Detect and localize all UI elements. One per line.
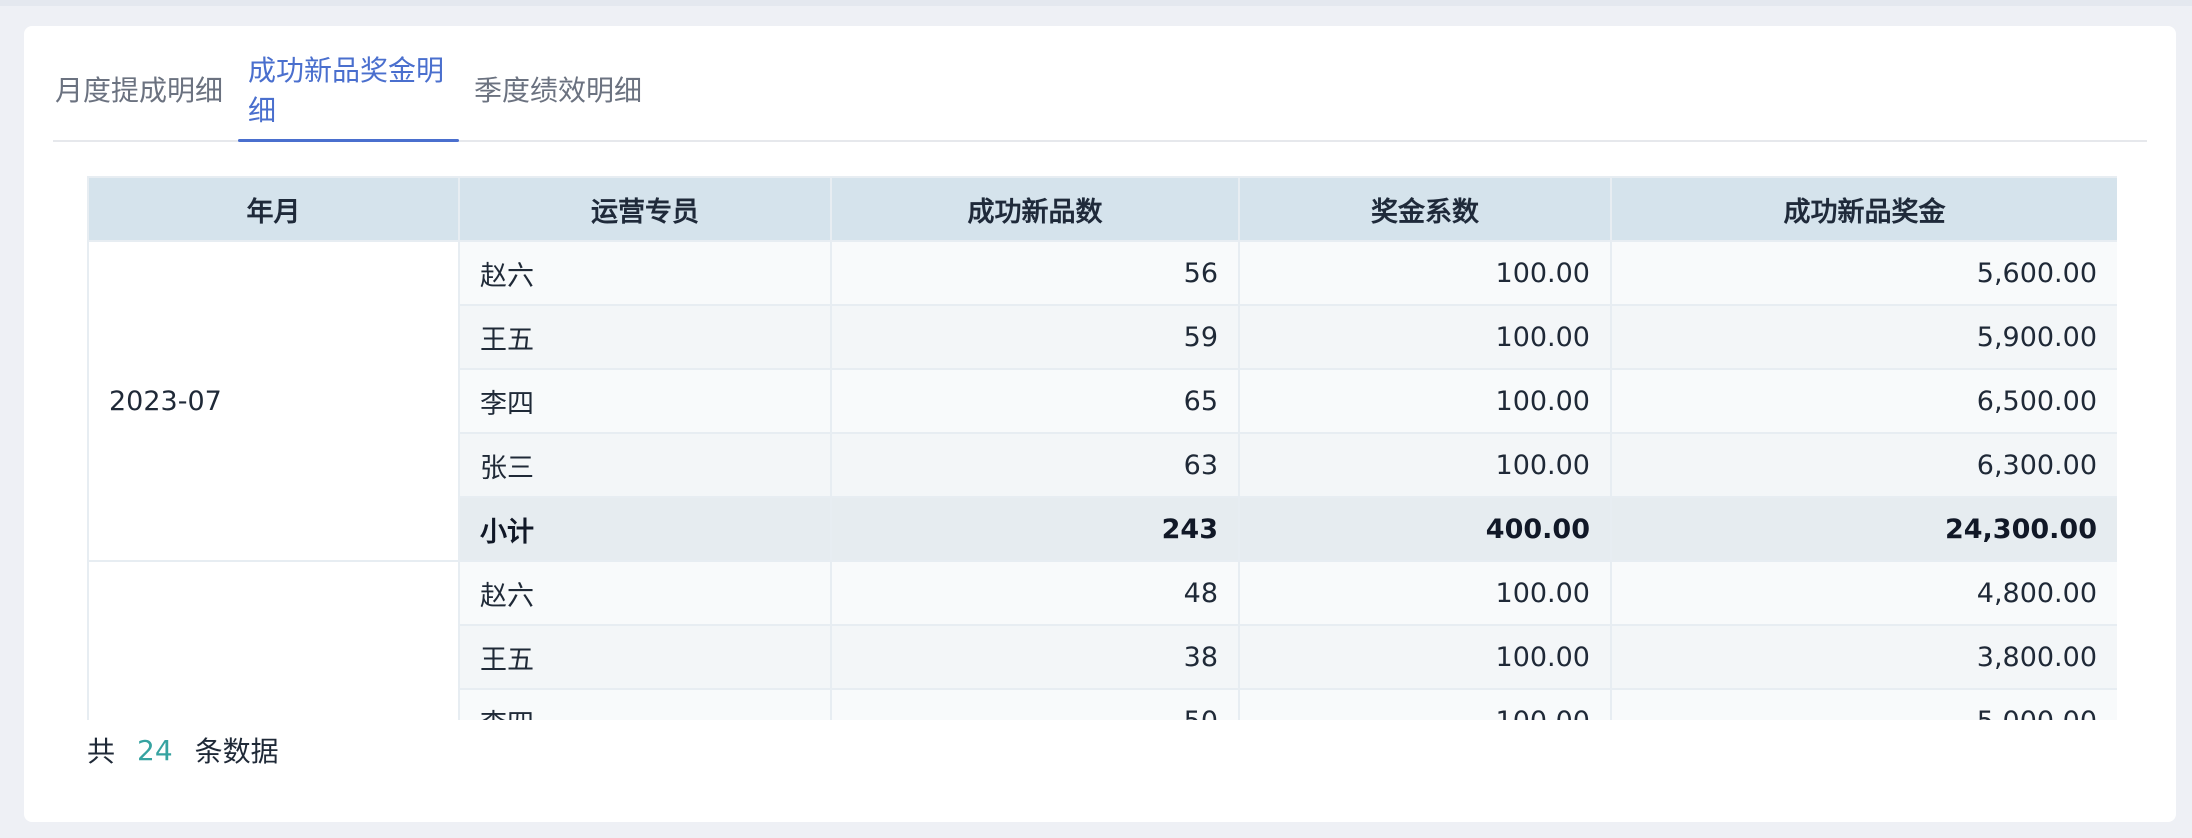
count-cell: 50 <box>830 688 1240 720</box>
coef-cell: 100.00 <box>1238 368 1612 434</box>
table-header-row: 年月 运营专员 成功新品数 奖金系数 成功新品奖金 <box>87 176 2117 242</box>
month-cell: 2023-08 <box>87 560 460 720</box>
bonus-cell: 5,000.00 <box>1610 688 2117 720</box>
operator-cell: 赵六 <box>458 240 832 306</box>
table-row: 2023-08 赵六 48 100.00 4,800.00 <box>87 560 2117 720</box>
table-footer: 共 24 条数据 <box>87 726 279 774</box>
bonus-table: 年月 运营专员 成功新品数 奖金系数 成功新品奖金 2023-07 赵六 56 … <box>87 176 2117 720</box>
coef-cell: 100.00 <box>1238 624 1612 690</box>
operator-cell: 张三 <box>458 432 832 498</box>
tab-new-product-bonus[interactable]: 成功新品奖金明细 <box>248 36 454 142</box>
count-cell: 59 <box>830 304 1240 370</box>
tab-quarterly-performance[interactable]: 季度绩效明细 <box>461 36 655 142</box>
count-cell: 48 <box>830 560 1240 626</box>
bonus-cell: 6,300.00 <box>1610 432 2117 498</box>
operator-cell: 王五 <box>458 624 832 690</box>
bonus-cell: 4,800.00 <box>1610 560 2117 626</box>
table-row: 2023-07 赵六 56 100.00 5,600.00 <box>87 240 2117 562</box>
header-new-product-bonus[interactable]: 成功新品奖金 <box>1610 176 2117 242</box>
count-cell: 56 <box>830 240 1240 306</box>
subtotal-count: 243 <box>830 496 1240 562</box>
header-bonus-coefficient[interactable]: 奖金系数 <box>1238 176 1612 242</box>
subtotal-bonus: 24,300.00 <box>1610 496 2117 562</box>
coef-cell: 100.00 <box>1238 240 1612 306</box>
coef-cell: 100.00 <box>1238 560 1612 626</box>
total-suffix: 条数据 <box>194 735 279 768</box>
total-count: 24 <box>137 733 173 767</box>
bonus-table-scroll[interactable]: 年月 运营专员 成功新品数 奖金系数 成功新品奖金 2023-07 赵六 56 … <box>87 176 2117 720</box>
total-prefix: 共 <box>87 735 116 768</box>
count-cell: 63 <box>830 432 1240 498</box>
coef-cell: 100.00 <box>1238 432 1612 498</box>
header-operator[interactable]: 运营专员 <box>458 176 832 242</box>
operator-cell: 李四 <box>458 688 832 720</box>
top-strip <box>0 0 2192 6</box>
operator-cell: 赵六 <box>458 560 832 626</box>
month-cell: 2023-07 <box>87 240 460 562</box>
operator-cell: 王五 <box>458 304 832 370</box>
operator-cell: 李四 <box>458 368 832 434</box>
header-new-product-count[interactable]: 成功新品数 <box>830 176 1240 242</box>
tab-bar: 月度提成明细 成功新品奖金明细 季度绩效明细 <box>53 36 2147 142</box>
subtotal-coef: 400.00 <box>1238 496 1612 562</box>
bonus-cell: 5,600.00 <box>1610 240 2117 306</box>
bonus-cell: 6,500.00 <box>1610 368 2117 434</box>
coef-cell: 100.00 <box>1238 304 1612 370</box>
count-cell: 38 <box>830 624 1240 690</box>
count-cell: 65 <box>830 368 1240 434</box>
tab-monthly-commission[interactable]: 月度提成明细 <box>53 36 225 142</box>
active-tab-indicator <box>238 139 459 142</box>
content-card: 月度提成明细 成功新品奖金明细 季度绩效明细 年月 运营专员 成功新品数 奖金系… <box>24 26 2176 822</box>
bonus-cell: 3,800.00 <box>1610 624 2117 690</box>
header-month[interactable]: 年月 <box>87 176 460 242</box>
bonus-cell: 5,900.00 <box>1610 304 2117 370</box>
subtotal-label: 小计 <box>458 496 832 562</box>
coef-cell: 100.00 <box>1238 688 1612 720</box>
